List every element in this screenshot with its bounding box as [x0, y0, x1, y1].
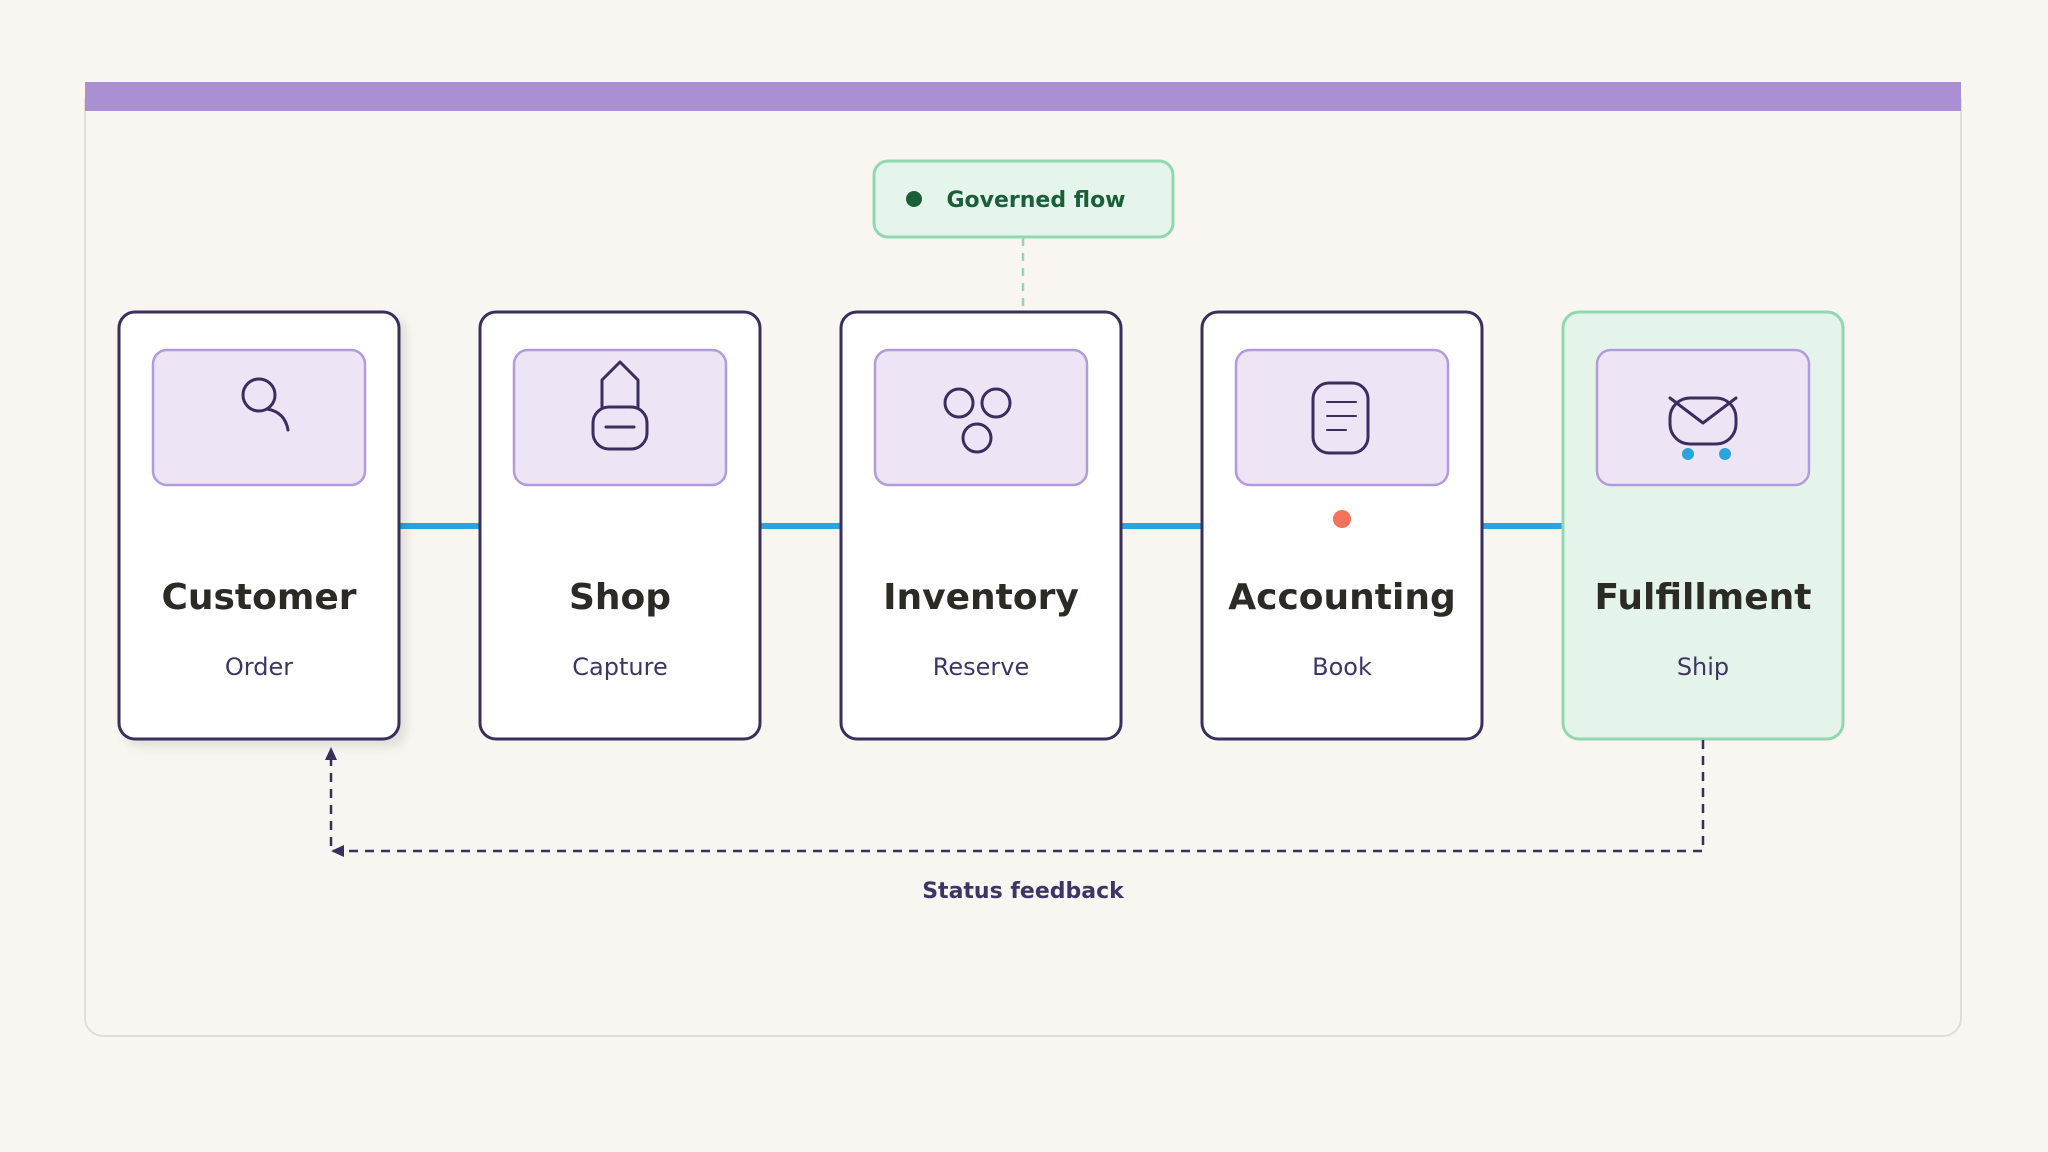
stage-card-inventory[interactable]: Inventory Reserve: [839, 310, 1123, 741]
stage-card-accounting[interactable]: Accounting Book: [1200, 310, 1484, 741]
stage-title: Accounting: [1228, 577, 1455, 618]
stage-card-shop[interactable]: Shop Capture: [478, 310, 762, 741]
icon-panel: [151, 348, 367, 487]
stage-subtitle: Capture: [572, 653, 667, 681]
stage-subtitle: Ship: [1677, 653, 1729, 681]
governed-flow-badge: Governed flow: [872, 159, 1175, 239]
stage-cards: Customer Order Shop Capture Inventory Re…: [117, 310, 1845, 741]
stage-subtitle: Book: [1312, 653, 1372, 681]
icon-panel: [873, 348, 1089, 487]
stage-subtitle: Reserve: [933, 653, 1029, 681]
feedback-label: Status feedback: [922, 879, 1125, 904]
ledger-icon: [1311, 381, 1370, 455]
stage-title: Customer: [161, 577, 356, 618]
stage-title: Shop: [569, 577, 671, 618]
stage-subtitle: Order: [225, 653, 293, 681]
frame-header-bar: [85, 82, 1961, 111]
pipeline-diagram: Governed flow Customer Order Shop Captur…: [84, 82, 1962, 1037]
badge-label: Governed flow: [946, 188, 1125, 213]
wheel-icon: [1682, 448, 1694, 460]
status-alert-dot: [1333, 510, 1351, 528]
stage-card-fulfillment[interactable]: Fulfillment Ship: [1561, 310, 1845, 741]
stage-title: Inventory: [883, 577, 1079, 618]
status-dot-icon: [906, 191, 922, 207]
stage-card-customer[interactable]: Customer Order: [117, 310, 401, 741]
delivery-icon: [1668, 396, 1738, 446]
stage-title: Fulfillment: [1595, 577, 1812, 618]
wheel-icon: [1719, 448, 1731, 460]
